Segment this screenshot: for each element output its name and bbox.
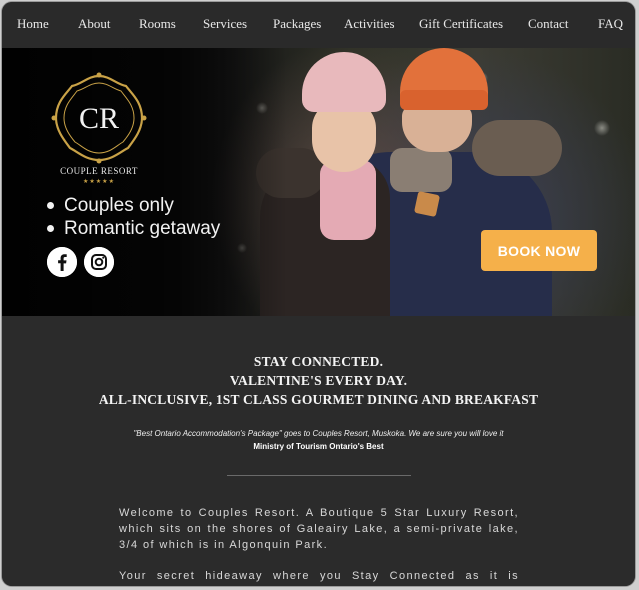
intro-paragraph: Your secret hideaway where you Stay Conn… — [119, 570, 519, 582]
award-source: Ministry of Tourism Ontario's Best — [253, 442, 384, 451]
nav-activities[interactable]: Activities — [344, 16, 395, 32]
browser-viewport: Home About Rooms Services Packages Activ… — [2, 2, 635, 586]
logo-monogram: CR — [79, 102, 119, 135]
headline-line: STAY CONNECTED. — [253, 354, 384, 369]
welcome-paragraph: Welcome to Couples Resort. A Boutique 5 … — [119, 507, 519, 551]
nav-about[interactable]: About — [78, 16, 111, 32]
bullet-item: Couples only — [47, 194, 220, 217]
logo-name: COUPLE RESORT — [60, 166, 138, 176]
facebook-icon[interactable] — [47, 247, 77, 277]
award-quote: "Best Ontario Accommodation's Package" g… — [133, 429, 504, 438]
book-now-button[interactable]: BOOK NOW — [481, 230, 597, 271]
main-content: STAY CONNECTED. VALENTINE'S EVERY DAY. A… — [2, 316, 635, 586]
resort-logo: CR — [51, 72, 147, 164]
instagram-icon[interactable] — [84, 247, 114, 277]
bullet-item: Romantic getaway — [47, 217, 220, 240]
headline-line: ALL-INCLUSIVE, 1ST CLASS GOURMET DINING … — [98, 392, 539, 407]
top-navigation: Home About Rooms Services Packages Activ… — [2, 2, 635, 48]
hero-banner: CR COUPLE RESORT ★★★★★ Couples only Roma… — [2, 48, 635, 316]
nav-packages[interactable]: Packages — [273, 16, 321, 32]
logo-stars: ★★★★★ — [83, 179, 115, 185]
nav-faq[interactable]: FAQ — [598, 16, 623, 32]
headline-line: VALENTINE'S EVERY DAY. — [229, 373, 408, 388]
hero-bullets: Couples only Romantic getaway — [47, 194, 220, 240]
nav-rooms[interactable]: Rooms — [139, 16, 176, 32]
nav-contact[interactable]: Contact — [528, 16, 568, 32]
nav-gift-certificates[interactable]: Gift Certificates — [419, 16, 503, 32]
nav-home[interactable]: Home — [17, 16, 49, 32]
divider — [227, 475, 411, 476]
nav-services[interactable]: Services — [203, 16, 247, 32]
